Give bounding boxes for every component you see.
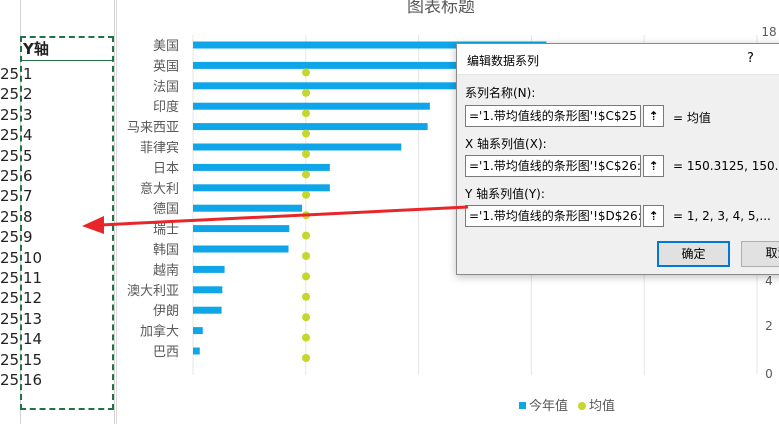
category-label: 伊朗 (153, 304, 179, 319)
mean-dot[interactable] (302, 129, 311, 138)
y-values-preview: = 1, 2, 3, 4, 5,... (673, 209, 771, 223)
edit-series-dialog[interactable]: 编辑数据系列 ? 系列名称(N): ='1.带均值线的条形图'!$C$25 ⇡ … (456, 43, 779, 275)
ok-button[interactable]: 确定 (657, 241, 730, 267)
category-label: 英国 (153, 59, 179, 74)
row-prefix-cell[interactable]: 25 (0, 369, 20, 391)
mean-dot[interactable] (302, 68, 311, 77)
row-prefix-cell[interactable]: 25 (0, 63, 20, 85)
x-values-input[interactable]: ='1.带均值线的条形图'!$C$26:$ (465, 155, 641, 177)
bar-韩国[interactable] (193, 245, 289, 253)
mean-dot[interactable] (302, 190, 311, 199)
mean-dot[interactable] (302, 354, 311, 362)
secondary-axis-tick: 18 (761, 25, 776, 39)
bar-日本[interactable] (193, 163, 330, 171)
category-label: 德国 (153, 202, 179, 217)
x-values-preview: = 150.3125, 150.... (673, 159, 779, 173)
dialog-titlebar[interactable]: 编辑数据系列 ? (457, 44, 779, 75)
y-values-collapse-button[interactable]: ⇡ (643, 205, 664, 227)
legend-label-series2: 均值 (589, 399, 616, 414)
dialog-title: 编辑数据系列 (467, 54, 540, 68)
bar-伊朗[interactable] (193, 306, 222, 314)
category-label: 美国 (153, 39, 179, 54)
bar-越南[interactable] (193, 265, 225, 273)
row-prefix-cell[interactable]: 25 (0, 247, 20, 269)
spreadsheet-area: Y轴 25 1 25 2 25 3 25 4 25 5 25 6 25 7 25 8 25 9 25 10 25 11 25… (0, 0, 116, 424)
legend-marker-bar (519, 402, 526, 409)
bar-马来西亚[interactable] (193, 123, 428, 131)
copy-selection-marquee (20, 36, 114, 410)
series-name-collapse-button[interactable]: ⇡ (643, 105, 664, 127)
mean-dot[interactable] (302, 109, 311, 118)
bar-瑞士[interactable] (193, 225, 290, 233)
mean-dot[interactable] (302, 333, 311, 342)
category-label: 澳大利亚 (127, 283, 179, 299)
category-label: 韩国 (153, 243, 179, 258)
row-prefix-cell[interactable]: 25 (0, 185, 20, 207)
row-prefix-cell[interactable]: 25 (0, 104, 20, 126)
bar-意大利[interactable] (193, 184, 330, 192)
mean-dot[interactable] (302, 211, 311, 220)
bar-澳大利亚[interactable] (193, 286, 223, 294)
mean-dot[interactable] (302, 231, 311, 240)
mean-dot[interactable] (302, 313, 311, 322)
row-prefix-cell[interactable]: 25 (0, 83, 20, 105)
category-label: 加拿大 (140, 324, 179, 340)
row-prefix-cell[interactable]: 25 (0, 206, 20, 228)
bar-巴西[interactable] (193, 347, 200, 355)
row-prefix-cell[interactable]: 25 (0, 308, 20, 330)
row-prefix-cell[interactable]: 25 (0, 165, 20, 187)
help-button[interactable]: ? (747, 51, 754, 66)
bar-菲律宾[interactable] (193, 143, 402, 151)
row-prefix-cell[interactable]: 25 (0, 124, 20, 146)
mean-dot[interactable] (302, 272, 311, 281)
secondary-axis-tick: 4 (765, 274, 773, 288)
secondary-axis-tick: 0 (765, 367, 773, 381)
row-prefix-cell[interactable]: 25 (0, 287, 20, 309)
row-prefix-cell[interactable]: 25 (0, 226, 20, 248)
chart-legend[interactable]: 今年值 均值 (519, 395, 615, 414)
row-prefix-cell[interactable]: 25 (0, 349, 20, 371)
secondary-axis-tick: 2 (765, 319, 773, 333)
mean-dot[interactable] (302, 150, 311, 158)
category-label: 菲律宾 (140, 140, 179, 156)
cancel-button[interactable]: 取消 (741, 241, 779, 267)
legend-label-series1: 今年值 (529, 399, 569, 414)
bar-加拿大[interactable] (193, 327, 203, 335)
x-values-label: X 轴系列值(X): (465, 137, 547, 151)
y-values-input[interactable]: ='1.带均值线的条形图'!$D$26:$ (465, 205, 641, 227)
mean-dot[interactable] (302, 88, 311, 97)
series-name-preview: = 均值 (673, 111, 711, 125)
mean-dot[interactable] (302, 252, 311, 260)
x-values-collapse-button[interactable]: ⇡ (643, 155, 664, 177)
category-label: 马来西亚 (127, 121, 179, 136)
y-values-label: Y 轴系列值(Y): (465, 187, 545, 201)
bar-德国[interactable] (193, 204, 303, 212)
series-name-input[interactable]: ='1.带均值线的条形图'!$C$25 (465, 105, 641, 127)
mean-dot[interactable] (302, 292, 311, 301)
category-label: 意大利 (140, 181, 179, 197)
series-name-label: 系列名称(N): (465, 86, 536, 100)
category-label: 巴西 (153, 345, 179, 360)
bar-印度[interactable] (193, 102, 430, 110)
row-prefix-cell[interactable]: 25 (0, 328, 20, 350)
row-prefix-cell[interactable]: 25 (0, 267, 20, 289)
legend-marker-dot (578, 402, 587, 410)
category-label: 瑞士 (153, 223, 179, 238)
category-label: 法国 (153, 80, 179, 95)
category-label: 越南 (153, 262, 179, 278)
mean-dot[interactable] (302, 170, 311, 179)
category-label: 日本 (153, 161, 179, 176)
category-label: 印度 (153, 99, 179, 115)
row-prefix-cell[interactable]: 25 (0, 145, 20, 167)
